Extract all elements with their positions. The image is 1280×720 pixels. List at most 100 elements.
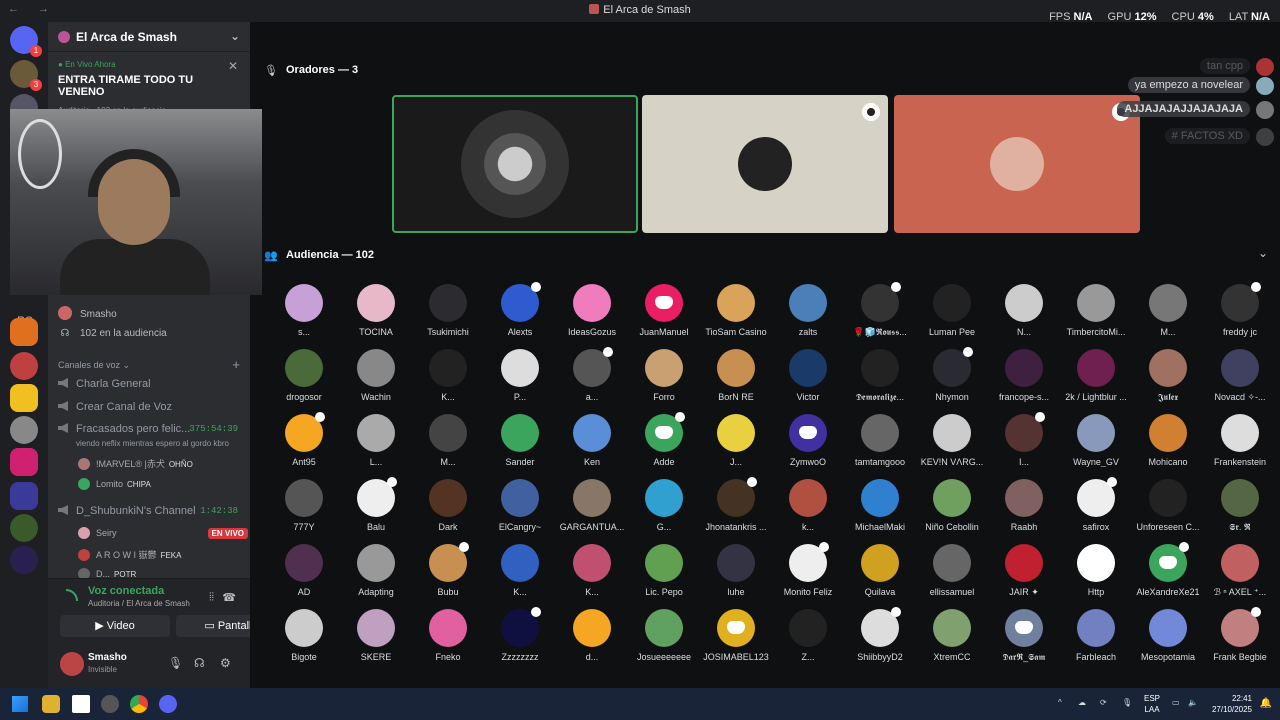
audience-member[interactable]: zalts [772,284,844,337]
audience-member[interactable]: Bigote [268,609,340,662]
stage-host[interactable]: Smasho [58,306,117,320]
audience-member[interactable]: 𝕯𝖊𝖒𝖔𝖗𝖆𝖑𝖎𝖟𝖊... [844,349,916,403]
audience-member[interactable]: KEV!N VΛRG... [916,414,988,467]
audience-member[interactable]: J... [700,414,772,467]
chrome-icon[interactable] [130,695,148,713]
audience-member[interactable]: freddy jc [1204,282,1276,337]
audience-member[interactable]: XtremCC [916,609,988,662]
audience-member[interactable]: L... [340,414,412,467]
audience-member[interactable]: 𝕾𝖗. 𝕽 [1204,479,1276,533]
audience-member[interactable]: Victor [772,349,844,402]
voice-channel-crear[interactable]: Crear Canal de Voz [58,401,244,413]
audience-member[interactable]: Mesopotamia [1132,609,1204,662]
audience-member[interactable]: P... [484,349,556,402]
audience-member[interactable]: JOSIMABEL123 [700,609,772,662]
tray-icon[interactable]: ⟳ [1100,698,1107,707]
audience-member[interactable]: Bubu [412,542,484,597]
audience-member[interactable]: TioSam Casino [700,284,772,337]
audience-member[interactable]: Raabh [988,479,1060,532]
server-icon[interactable] [10,546,38,574]
audience-member[interactable]: SKERE [340,609,412,662]
app-icon[interactable] [101,695,119,713]
audience-member[interactable]: AleXandreXe21 [1132,542,1204,597]
audience-member[interactable]: drogosor [268,349,340,402]
audience-member[interactable]: Sander [484,414,556,467]
audience-member[interactable]: G... [628,479,700,532]
audience-member[interactable]: K... [556,544,628,597]
audience-member[interactable]: I... [988,412,1060,467]
speaker-tile[interactable] [894,95,1140,233]
audience-member[interactable]: Lic. Pepo [628,544,700,597]
audience-member[interactable]: Novacd ✧-... [1204,349,1276,403]
file-explorer-icon[interactable] [42,695,60,713]
audience-member[interactable]: BorN RE [700,349,772,402]
username[interactable]: Smasho [88,652,127,663]
audience-member[interactable]: Nhymon [916,347,988,402]
audience-member[interactable]: TOCINA [340,284,412,337]
voice-member[interactable]: Lomito CHIPA [78,478,151,490]
add-channel-icon[interactable]: + [232,357,240,372]
server-icon[interactable] [10,514,38,542]
audience-member[interactable]: s... [268,284,340,337]
server-icon[interactable] [10,384,38,412]
audience-member[interactable]: JuanManuel [628,284,700,337]
audience-member[interactable]: Josueeeeeee [628,609,700,662]
network-icon[interactable]: ▭ [1172,698,1180,707]
voice-member[interactable]: A R O W I 嶽鬱 FEKA [78,548,181,561]
tray-icon[interactable]: ☁ [1078,698,1086,707]
voice-member[interactable]: Seiry EN VIVO [78,527,248,539]
audience-member[interactable]: Mohicano [1132,414,1204,467]
audience-member[interactable]: Farbleach [1060,609,1132,662]
server-header[interactable]: El Arca de Smash ⌄ [48,22,250,52]
audience-member[interactable]: TimbercitoMi... [1060,284,1132,337]
audience-member[interactable]: Monito Feliz [772,542,844,597]
audience-member[interactable]: Frankenstein [1204,414,1276,467]
chevron-down-icon[interactable]: ⌄ [1258,246,1268,260]
audience-member[interactable]: Alexts [484,282,556,337]
audience-member[interactable]: luhe [700,544,772,597]
audience-member[interactable]: a... [556,347,628,402]
voice-channel-fracasados[interactable]: Fracasados pero felic... 375:54:39 [58,423,244,435]
audience-member[interactable]: 2k / Lightblur ... [1060,349,1132,402]
folder-icon[interactable] [10,482,38,510]
audience-member[interactable]: safirox [1060,477,1132,532]
audience-member[interactable]: Quilava [844,544,916,597]
audience-member[interactable]: Wachin [340,349,412,402]
chevron-down-icon[interactable]: ⌄ [230,29,240,43]
volume-icon[interactable]: 🔈 [1188,698,1198,707]
audience-member[interactable]: Tsukimichi [412,284,484,337]
voice-category[interactable]: Canales de voz ⌄ [58,360,130,371]
audience-member[interactable]: M... [1132,284,1204,337]
server-icon[interactable] [10,416,38,444]
audience-member[interactable]: K... [412,349,484,402]
app-icon[interactable] [72,695,90,713]
chevron-up-icon[interactable]: ^ [1058,698,1062,707]
audience-member[interactable]: AD [268,544,340,597]
audience-member[interactable]: Adapting [340,544,412,597]
windows-start-icon[interactable] [12,696,28,712]
audience-member[interactable]: Http [1060,544,1132,597]
audience-member[interactable]: 𝕵𝖚𝖑𝖊𝖝 [1132,349,1204,403]
noise-suppression-icon[interactable]: ⦙⦙ [209,591,214,604]
disconnect-icon[interactable]: ☎ [222,591,236,604]
audience-member[interactable]: MichaelMaki [844,479,916,532]
language-indicator[interactable]: ESP LAA [1144,693,1160,715]
audience-member[interactable]: ElCangry~ [484,479,556,532]
audience-member[interactable]: 𝕯𝖆𝖗𝕽_𝕾𝖆𝖒 [988,609,1060,663]
audience-member[interactable]: Fneko [412,609,484,662]
audience-member[interactable]: Jhonatankris ... [700,477,772,532]
audience-member[interactable]: ellissamuel [916,544,988,597]
gear-icon[interactable]: ⚙ [220,656,231,670]
mic-icon[interactable]: 🎙 [1122,698,1132,707]
voice-status[interactable]: Voz conectada [88,585,164,597]
audience-member[interactable]: Adde [628,412,700,467]
audience-member[interactable]: Balu [340,477,412,532]
audience-member[interactable]: ℬ ⁿ AXEL ⁺... [1204,544,1276,598]
voice-member[interactable]: !MARVEL® |赤犬 OHÑO [78,457,193,470]
audience-member[interactable]: Luman Pee [916,284,988,337]
audience-member[interactable]: Forro [628,349,700,402]
audience-member[interactable]: Unforeseen C... [1132,479,1204,532]
audience-member[interactable]: Dark [412,479,484,532]
speaker-tile[interactable] [642,95,888,233]
audience-member[interactable]: k... [772,479,844,532]
